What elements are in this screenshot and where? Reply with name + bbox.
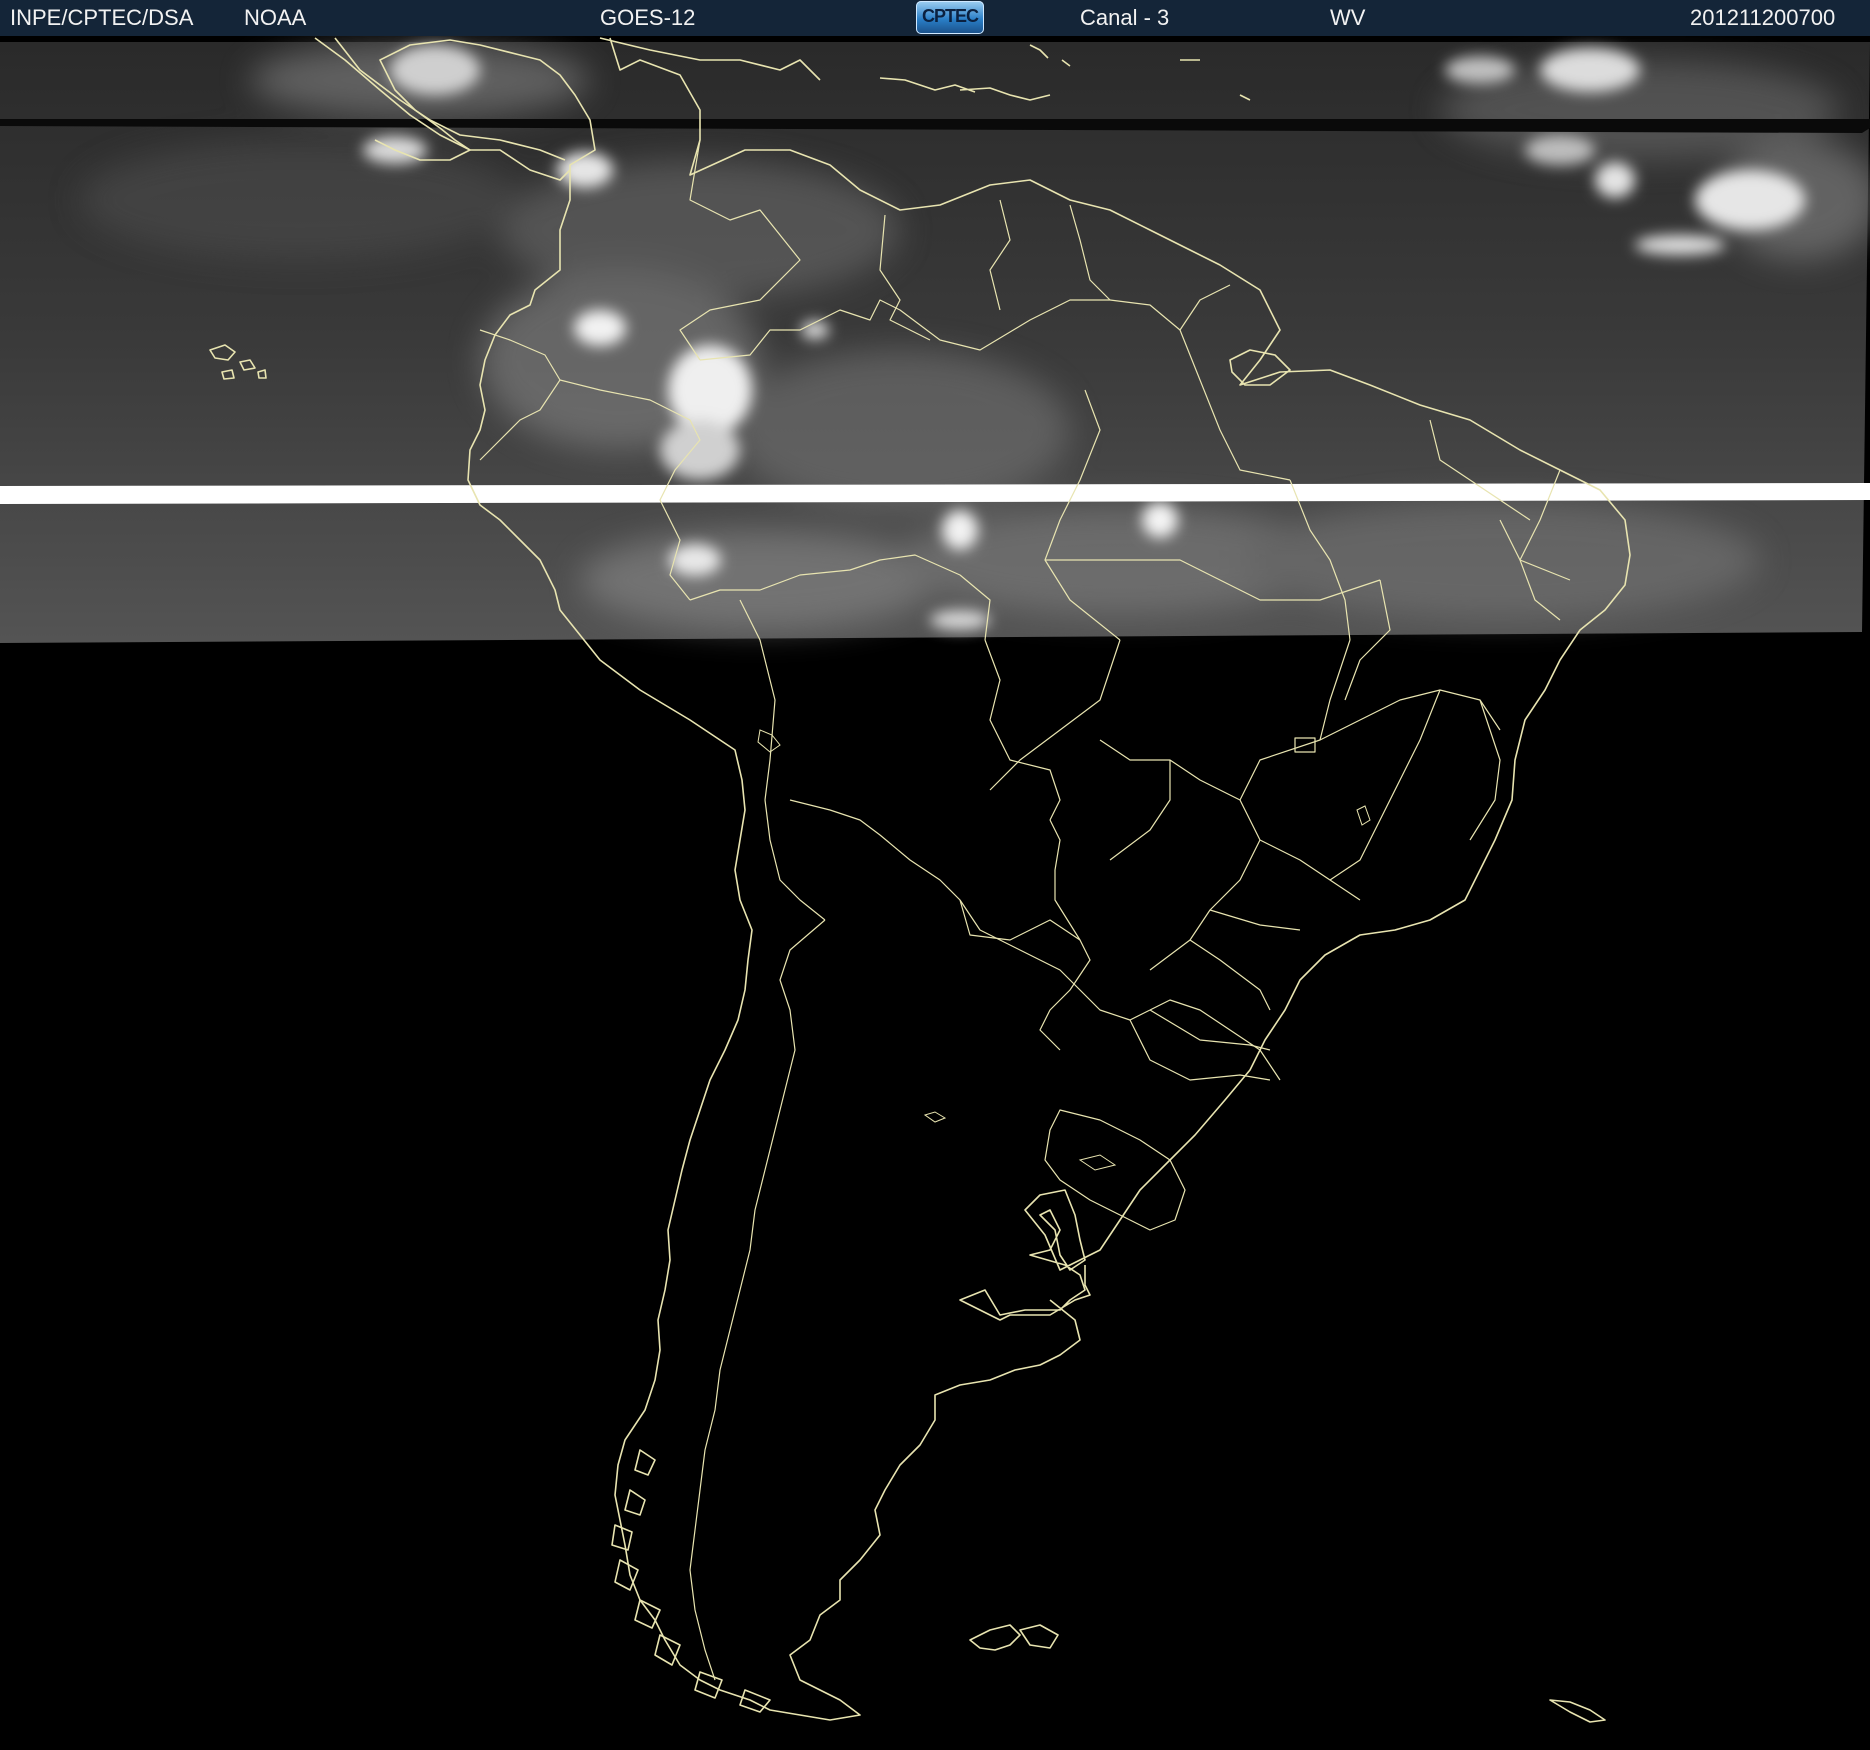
image-header-bar: INPE/CPTEC/DSA NOAA GOES-12 CPTEC Canal …	[0, 0, 1870, 37]
timestamp-label: 201211200700	[1690, 5, 1836, 30]
satellite-label: GOES-12	[600, 5, 696, 30]
satellite-map	[0, 36, 1870, 1750]
band-label: WV	[1330, 5, 1366, 30]
agency-label: NOAA	[244, 5, 307, 30]
cptec-logo-text: CPTEC	[921, 6, 979, 26]
channel-label: Canal - 3	[1080, 5, 1170, 30]
cptec-logo: CPTEC	[916, 1, 984, 34]
institution-label: INPE/CPTEC/DSA	[10, 5, 194, 30]
water-vapour-imagery-strip	[0, 42, 1870, 643]
